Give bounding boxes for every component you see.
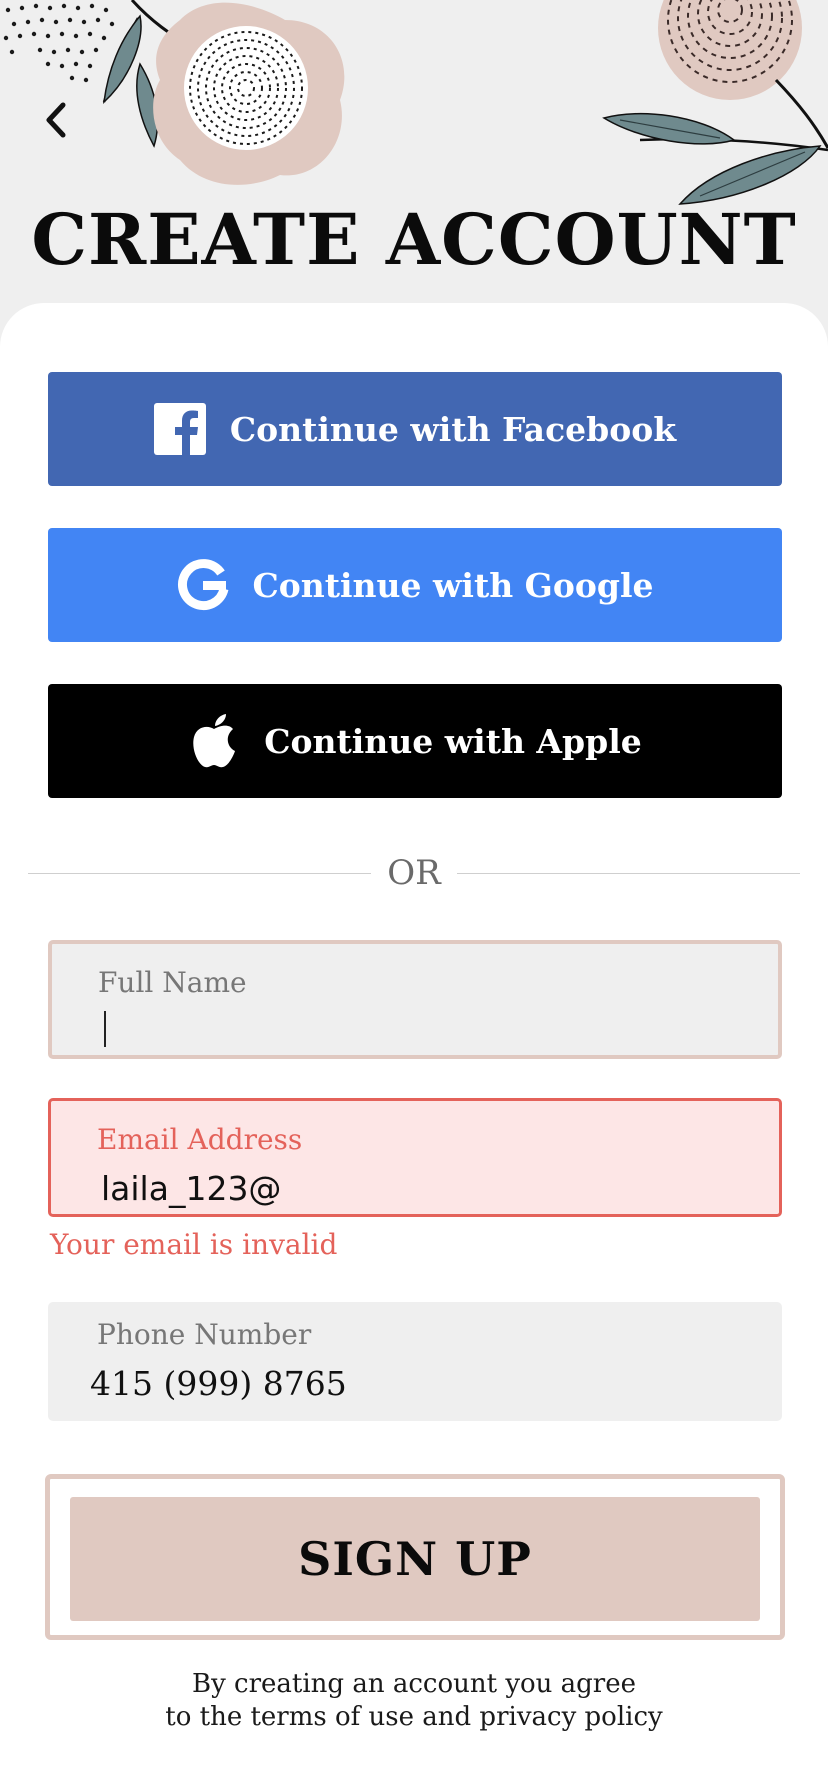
signup-frame: SIGN UP xyxy=(45,1474,785,1640)
back-button[interactable] xyxy=(34,92,78,148)
email-label: Email Address xyxy=(97,1123,303,1156)
divider-line-right xyxy=(456,872,801,874)
email-error-message: Your email is invalid xyxy=(50,1228,338,1261)
phone-label: Phone Number xyxy=(97,1318,312,1351)
google-button[interactable]: Continue with Google xyxy=(48,528,782,642)
full-name-label: Full Name xyxy=(98,966,247,999)
phone-field[interactable]: Phone Number 415 (999) 8765 xyxy=(48,1302,782,1421)
header: CREATE ACCOUNT xyxy=(0,0,828,310)
facebook-button[interactable]: Continue with Facebook xyxy=(48,372,782,486)
divider-line-left xyxy=(28,872,372,874)
apple-icon xyxy=(188,714,240,768)
apple-button-label: Continue with Apple xyxy=(264,721,642,761)
full-name-field[interactable]: Full Name xyxy=(48,940,782,1059)
terms-line-1: By creating an account you agree xyxy=(191,1669,637,1699)
google-button-label: Continue with Google xyxy=(252,565,654,605)
chevron-left-icon xyxy=(46,102,66,138)
or-text: OR xyxy=(387,853,441,893)
google-icon xyxy=(177,559,229,611)
email-field[interactable]: Email Address laila_123@ xyxy=(48,1098,782,1217)
text-cursor xyxy=(104,1011,106,1047)
facebook-icon xyxy=(153,403,206,455)
phone-value[interactable]: 415 (999) 8765 xyxy=(90,1364,347,1403)
email-value[interactable]: laila_123@ xyxy=(101,1169,281,1208)
apple-button[interactable]: Continue with Apple xyxy=(48,684,782,798)
terms-text: By creating an account you agree to the … xyxy=(0,1668,828,1734)
page-title: CREATE ACCOUNT xyxy=(31,198,797,281)
terms-line-2[interactable]: to the terms of use and privacy policy xyxy=(0,1701,828,1734)
signup-button[interactable]: SIGN UP xyxy=(70,1497,760,1621)
or-divider: OR xyxy=(28,848,801,898)
facebook-button-label: Continue with Facebook xyxy=(229,409,677,449)
